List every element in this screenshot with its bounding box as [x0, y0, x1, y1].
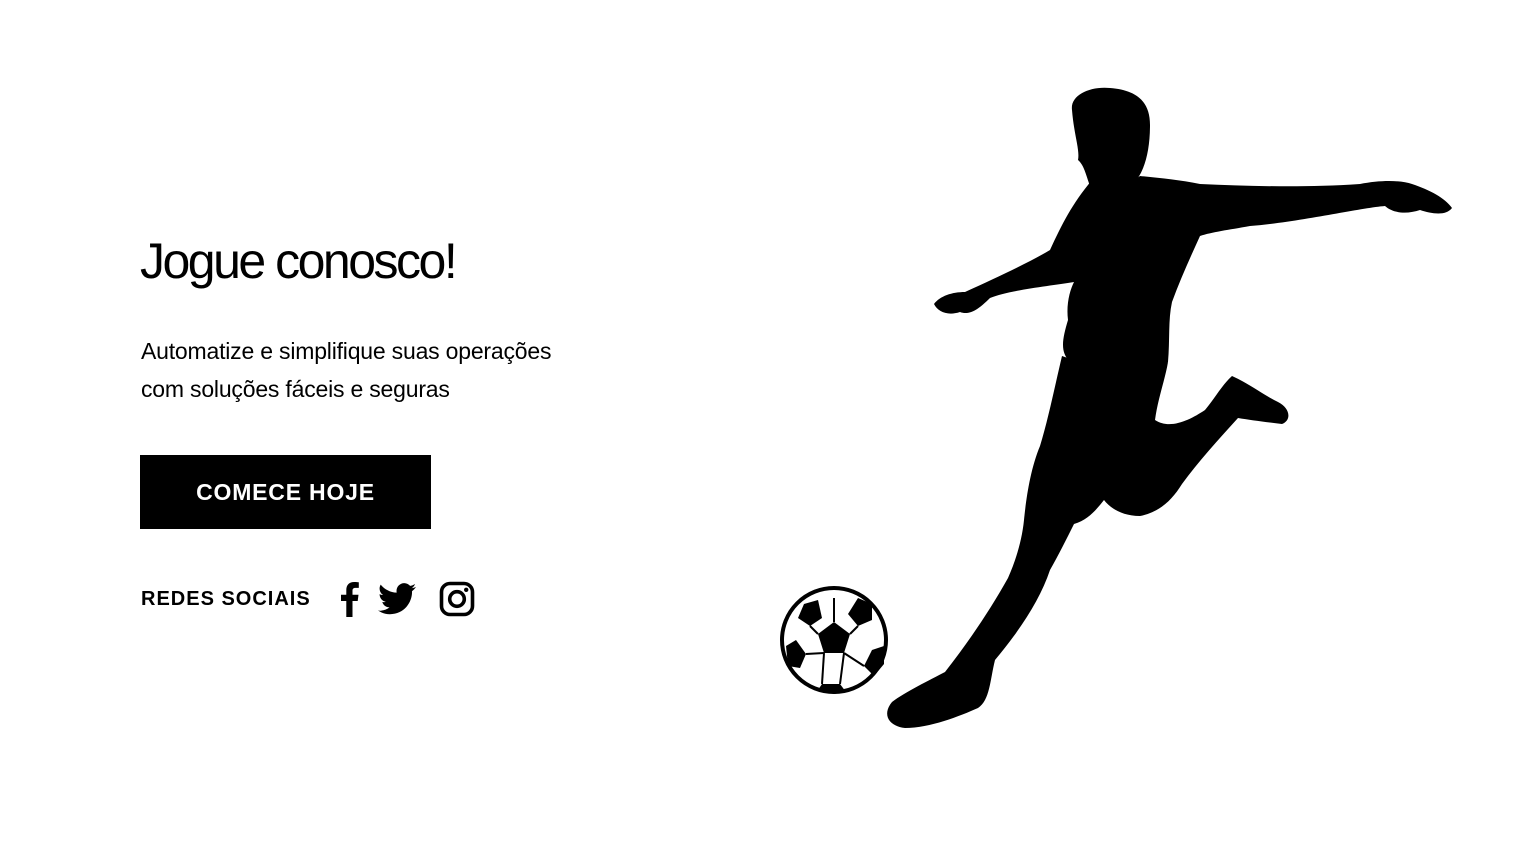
twitter-icon	[377, 583, 416, 615]
facebook-icon	[340, 582, 359, 617]
twitter-link[interactable]	[377, 578, 417, 620]
soccer-player-illustration	[780, 87, 1452, 728]
instagram-icon	[439, 581, 475, 617]
social-label: REDES SOCIAIS	[141, 587, 311, 610]
hero-title: Jogue conosco!	[140, 233, 458, 289]
hero-subtitle-line-1: Automatize e simplifique suas operações	[141, 338, 552, 364]
soccer-ball	[780, 586, 888, 694]
facebook-link[interactable]	[335, 578, 363, 620]
hero-section: Jogue conosco! Automatize e simplifique …	[140, 0, 700, 857]
comece-hoje-button[interactable]: COMECE HOJE	[140, 455, 431, 529]
social-links: REDES SOCIAIS	[141, 578, 475, 620]
instagram-link[interactable]	[439, 578, 475, 620]
player-silhouette	[887, 87, 1452, 728]
hero-subtitle-line-2: com soluções fáceis e seguras	[141, 376, 450, 402]
hero-subtitle: Automatize e simplifique suas operações …	[141, 332, 661, 408]
